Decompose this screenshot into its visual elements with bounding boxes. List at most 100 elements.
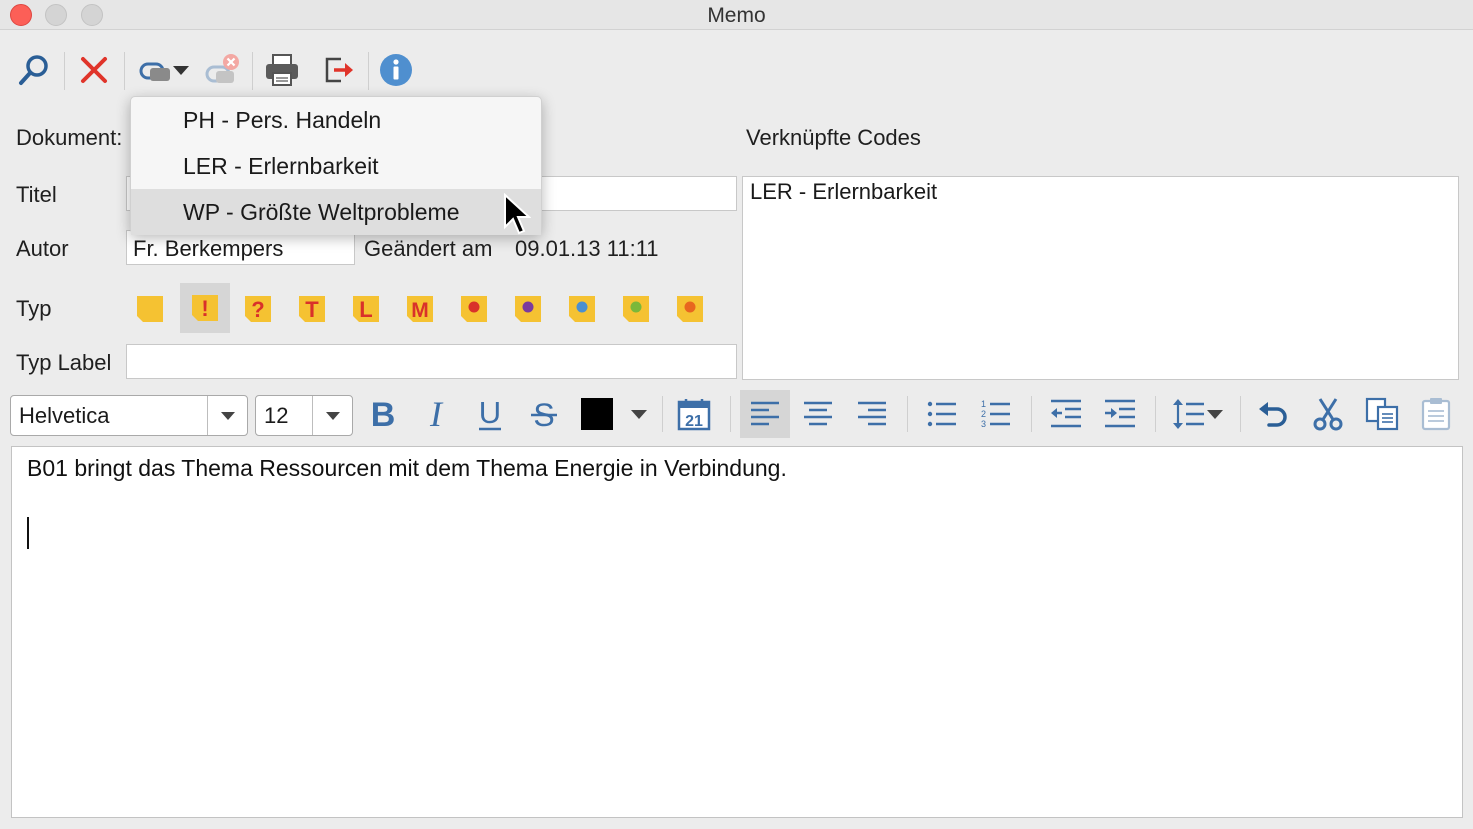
align-left-button[interactable] <box>740 390 790 438</box>
memo-type-exclamation[interactable]: ! <box>180 283 230 333</box>
linked-codes-label: Verknüpfte Codes <box>746 125 921 150</box>
changed-value: 09.01.13 11:11 <box>515 236 659 261</box>
search-button[interactable] <box>12 48 56 92</box>
toolbar-separator <box>907 396 908 432</box>
insert-date-button[interactable]: 21 <box>669 390 719 438</box>
svg-text:U: U <box>479 396 501 430</box>
toolbar-separator <box>1155 396 1156 432</box>
linked-codes-list[interactable]: LER - Erlernbarkeit <box>742 176 1459 380</box>
print-icon <box>266 54 298 86</box>
svg-text:1: 1 <box>981 399 986 409</box>
chevron-down-icon <box>1207 410 1223 419</box>
memo-type-question[interactable]: ? <box>238 288 278 330</box>
mouse-cursor-icon <box>504 193 531 235</box>
font-select[interactable]: Helvetica <box>10 395 248 436</box>
toolbar-separator <box>662 396 663 432</box>
font-dropdown-arrow[interactable] <box>207 396 247 435</box>
scissors-icon <box>1313 398 1343 431</box>
export-button[interactable] <box>316 48 360 92</box>
chevron-down-icon <box>325 411 340 420</box>
numbered-list-button[interactable]: 1 2 3 <box>971 390 1021 438</box>
svg-text:21: 21 <box>685 413 703 430</box>
memo-l-icon: L <box>353 296 379 322</box>
bold-button[interactable]: B <box>358 390 408 438</box>
menu-item-ph[interactable]: PH - Pers. Handeln <box>131 97 541 143</box>
svg-text:T: T <box>305 297 319 322</box>
cut-button[interactable] <box>1303 390 1353 438</box>
memo-type-l[interactable]: L <box>346 288 386 330</box>
memo-type-orange-dot[interactable] <box>670 288 710 330</box>
memo-purple-dot-icon <box>515 296 541 322</box>
memo-exclamation-icon: ! <box>192 295 218 321</box>
chevron-down-icon <box>220 411 235 420</box>
svg-text:I: I <box>429 397 444 431</box>
memo-type-m[interactable]: M <box>400 288 440 330</box>
memo-blue-dot-icon <box>569 296 595 322</box>
export-icon <box>325 57 353 83</box>
text-color-button[interactable] <box>575 390 619 438</box>
text-color-dropdown[interactable] <box>622 390 656 438</box>
link-code-button[interactable] <box>132 48 196 92</box>
italic-icon: I <box>429 397 444 431</box>
typ-label-field[interactable] <box>126 344 737 379</box>
align-center-button[interactable] <box>793 390 843 438</box>
memo-green-dot-icon <box>623 296 649 322</box>
svg-text:B: B <box>371 397 396 431</box>
memo-type-plain[interactable] <box>130 288 170 330</box>
svg-text:?: ? <box>251 297 264 322</box>
indent-button[interactable] <box>1095 390 1145 438</box>
align-center-icon <box>804 401 832 426</box>
menu-item-wp[interactable]: WP - Größte Weltprobleme <box>131 189 541 235</box>
memo-type-purple-dot[interactable] <box>508 288 548 330</box>
memo-editor[interactable]: B01 bringt das Thema Ressourcen mit dem … <box>11 446 1463 818</box>
numbered-list-icon: 1 2 3 <box>981 399 1010 429</box>
bullet-list-button[interactable] <box>917 390 967 438</box>
outdent-button[interactable] <box>1041 390 1091 438</box>
memo-type-red-dot[interactable] <box>454 288 494 330</box>
align-right-icon <box>858 401 886 426</box>
toolbar-separator <box>64 52 65 90</box>
text-caret <box>27 517 29 549</box>
outdent-icon <box>1051 399 1081 428</box>
linked-code-item[interactable]: LER - Erlernbarkeit <box>750 179 1451 205</box>
color-swatch-icon <box>581 398 613 430</box>
line-spacing-button[interactable] <box>1165 390 1231 438</box>
window-title: Memo <box>707 4 766 27</box>
copy-icon <box>1365 397 1399 431</box>
font-size-value: 12 <box>264 402 289 428</box>
search-icon <box>19 55 48 85</box>
strikethrough-button[interactable]: S <box>519 390 569 438</box>
paste-button[interactable] <box>1411 390 1461 438</box>
link-code-icon <box>139 62 170 81</box>
unlink-code-button[interactable] <box>200 48 244 92</box>
link-code-menu: PH - Pers. Handeln LER - Erlernbarkeit W… <box>130 96 542 235</box>
align-left-icon <box>751 401 779 426</box>
titel-label: Titel <box>16 182 57 207</box>
font-size-select[interactable]: 12 <box>255 395 353 436</box>
memo-red-dot-icon <box>461 296 487 322</box>
italic-button[interactable]: I <box>411 390 461 438</box>
calendar-icon: 21 <box>677 399 711 431</box>
undo-icon <box>1259 402 1287 427</box>
delete-memo-button[interactable] <box>72 48 116 92</box>
typ-label: Typ <box>16 296 52 321</box>
toolbar-separator <box>252 52 253 90</box>
menu-item-ler[interactable]: LER - Erlernbarkeit <box>131 143 541 189</box>
memo-text: B01 bringt das Thema Ressourcen mit dem … <box>27 455 787 481</box>
svg-text:!: ! <box>201 296 208 321</box>
undo-button[interactable] <box>1248 390 1298 438</box>
copy-button[interactable] <box>1357 390 1407 438</box>
changed-label: Geändert am <box>364 236 493 261</box>
svg-text:2: 2 <box>981 409 986 419</box>
align-right-button[interactable] <box>847 390 897 438</box>
info-button[interactable] <box>374 48 418 92</box>
print-button[interactable] <box>260 48 304 92</box>
memo-type-blue-dot[interactable] <box>562 288 602 330</box>
memo-type-t[interactable]: T <box>292 288 332 330</box>
dokument-label: Dokument: <box>16 125 123 150</box>
toolbar-separator <box>124 52 125 90</box>
underline-button[interactable]: U <box>465 390 515 438</box>
size-dropdown-arrow[interactable] <box>312 396 352 435</box>
memo-type-green-dot[interactable] <box>616 288 656 330</box>
autor-field[interactable]: Fr. Berkempers <box>126 230 355 265</box>
